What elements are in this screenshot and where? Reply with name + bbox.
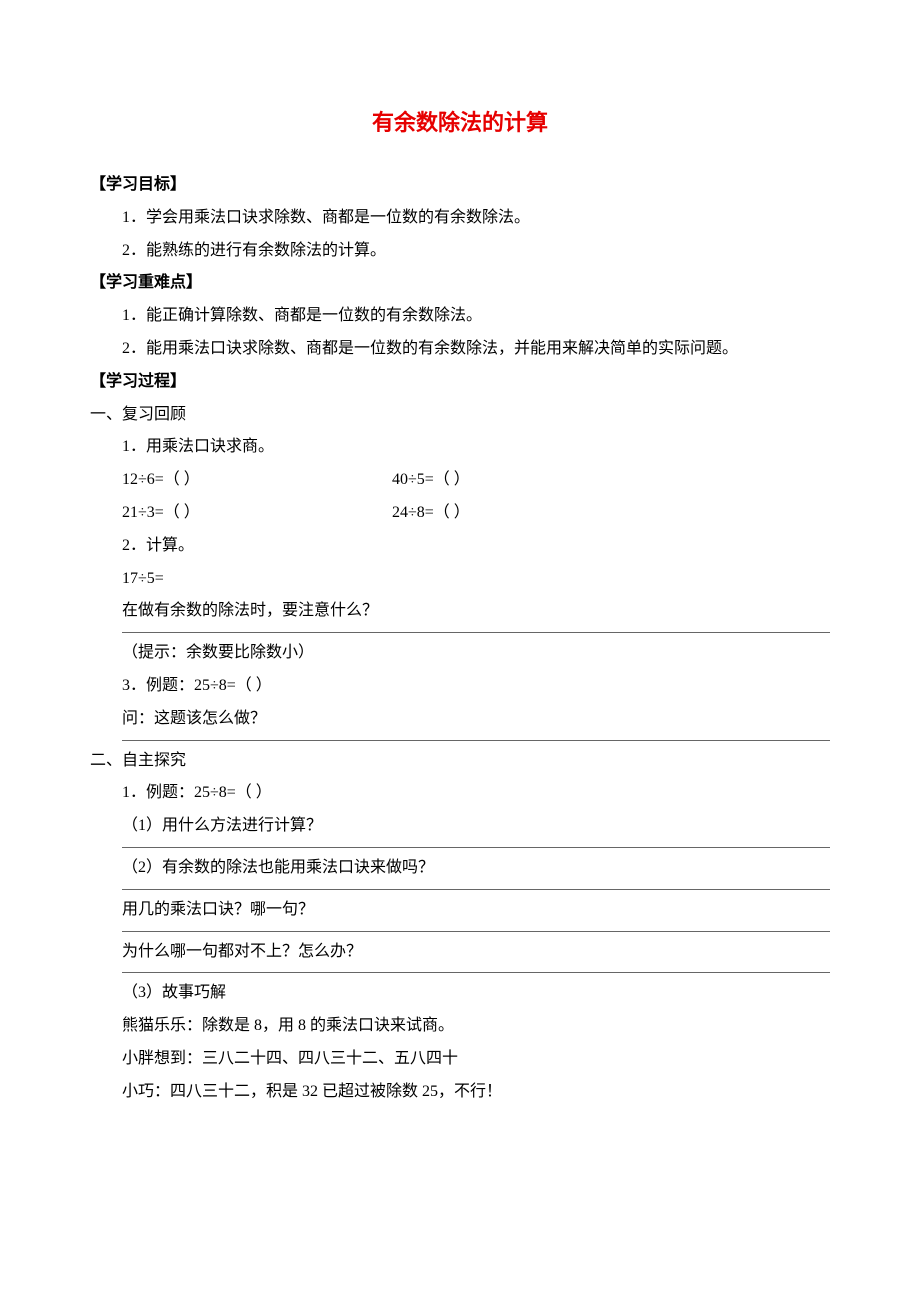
equation: 12÷6=（ ） (122, 464, 392, 497)
learning-goals-list: 1．学会用乘法口诀求除数、商都是一位数的有余数除法。 2．能熟练的进行有余数除法… (90, 202, 830, 268)
answer-blank-line (122, 847, 830, 848)
keypoint-item-2: 2．能用乘法口诀求除数、商都是一位数的有余数除法，并能用来解决简单的实际问题。 (122, 333, 830, 366)
question-text: 在做有余数的除法时，要注意什么？ (122, 595, 830, 628)
learning-keypoints-list: 1．能正确计算除数、商都是一位数的有余数除法。 2．能用乘法口诀求除数、商都是一… (90, 300, 830, 366)
equation: 40÷5=（ ） (392, 464, 830, 497)
answer-blank-line (122, 632, 830, 633)
part1-body: 1．用乘法口诀求商。 12÷6=（ ） 40÷5=（ ） 21÷3=（ ） 24… (90, 431, 830, 628)
keypoint-item-1: 1．能正确计算除数、商都是一位数的有余数除法。 (122, 300, 830, 333)
part1-body-cont: （提示：余数要比除数小） 3．例题：25÷8=（ ） 问：这题该怎么做？ (90, 637, 830, 735)
equation: 24÷8=（ ） (392, 497, 830, 530)
example-problem: 3．例题：25÷8=（ ） (122, 670, 830, 703)
goal-item-2: 2．能熟练的进行有余数除法的计算。 (122, 235, 830, 268)
story-line: 小巧：四八三十二，积是 32 已超过被除数 25，不行！ (122, 1076, 830, 1109)
equation-row: 21÷3=（ ） 24÷8=（ ） (122, 497, 830, 530)
question-text: （2）有余数的除法也能用乘法口诀来做吗？ (122, 852, 830, 885)
hint-text: （提示：余数要比除数小） (122, 637, 830, 670)
equation-row: 12÷6=（ ） 40÷5=（ ） (122, 464, 830, 497)
part2-heading: 二、自主探究 (90, 745, 830, 778)
question-text: 问：这题该怎么做？ (122, 703, 830, 736)
answer-blank-line (122, 972, 830, 973)
equation: 17÷5= (122, 563, 830, 596)
equation: 21÷3=（ ） (122, 497, 392, 530)
p1-line: 1．用乘法口诀求商。 (122, 431, 830, 464)
learning-goals-heading: 【学习目标】 (90, 169, 830, 202)
learning-keypoints-heading: 【学习重难点】 (90, 267, 830, 300)
question-text: 为什么哪一句都对不上？怎么办？ (122, 936, 830, 969)
goal-item-1: 1．学会用乘法口诀求除数、商都是一位数的有余数除法。 (122, 202, 830, 235)
subsection-heading: （3）故事巧解 (122, 977, 830, 1010)
p1-line: 2．计算。 (122, 530, 830, 563)
question-text: 用几的乘法口诀？哪一句？ (122, 894, 830, 927)
document-title: 有余数除法的计算 (90, 100, 830, 145)
answer-blank-line (122, 740, 830, 741)
part1-heading: 一、复习回顾 (90, 399, 830, 432)
question-text: （1）用什么方法进行计算？ (122, 810, 830, 843)
answer-blank-line (122, 889, 830, 890)
part2-body: 1．例题：25÷8=（ ） （1）用什么方法进行计算？ (90, 777, 830, 843)
example-problem: 1．例题：25÷8=（ ） (122, 777, 830, 810)
story-section: （3）故事巧解 熊猫乐乐：除数是 8，用 8 的乘法口诀来试商。 小胖想到：三八… (90, 977, 830, 1108)
answer-blank-line (122, 931, 830, 932)
story-line: 小胖想到：三八二十四、四八三十二、五八四十 (122, 1043, 830, 1076)
learning-process-heading: 【学习过程】 (90, 366, 830, 399)
story-line: 熊猫乐乐：除数是 8，用 8 的乘法口诀来试商。 (122, 1010, 830, 1043)
